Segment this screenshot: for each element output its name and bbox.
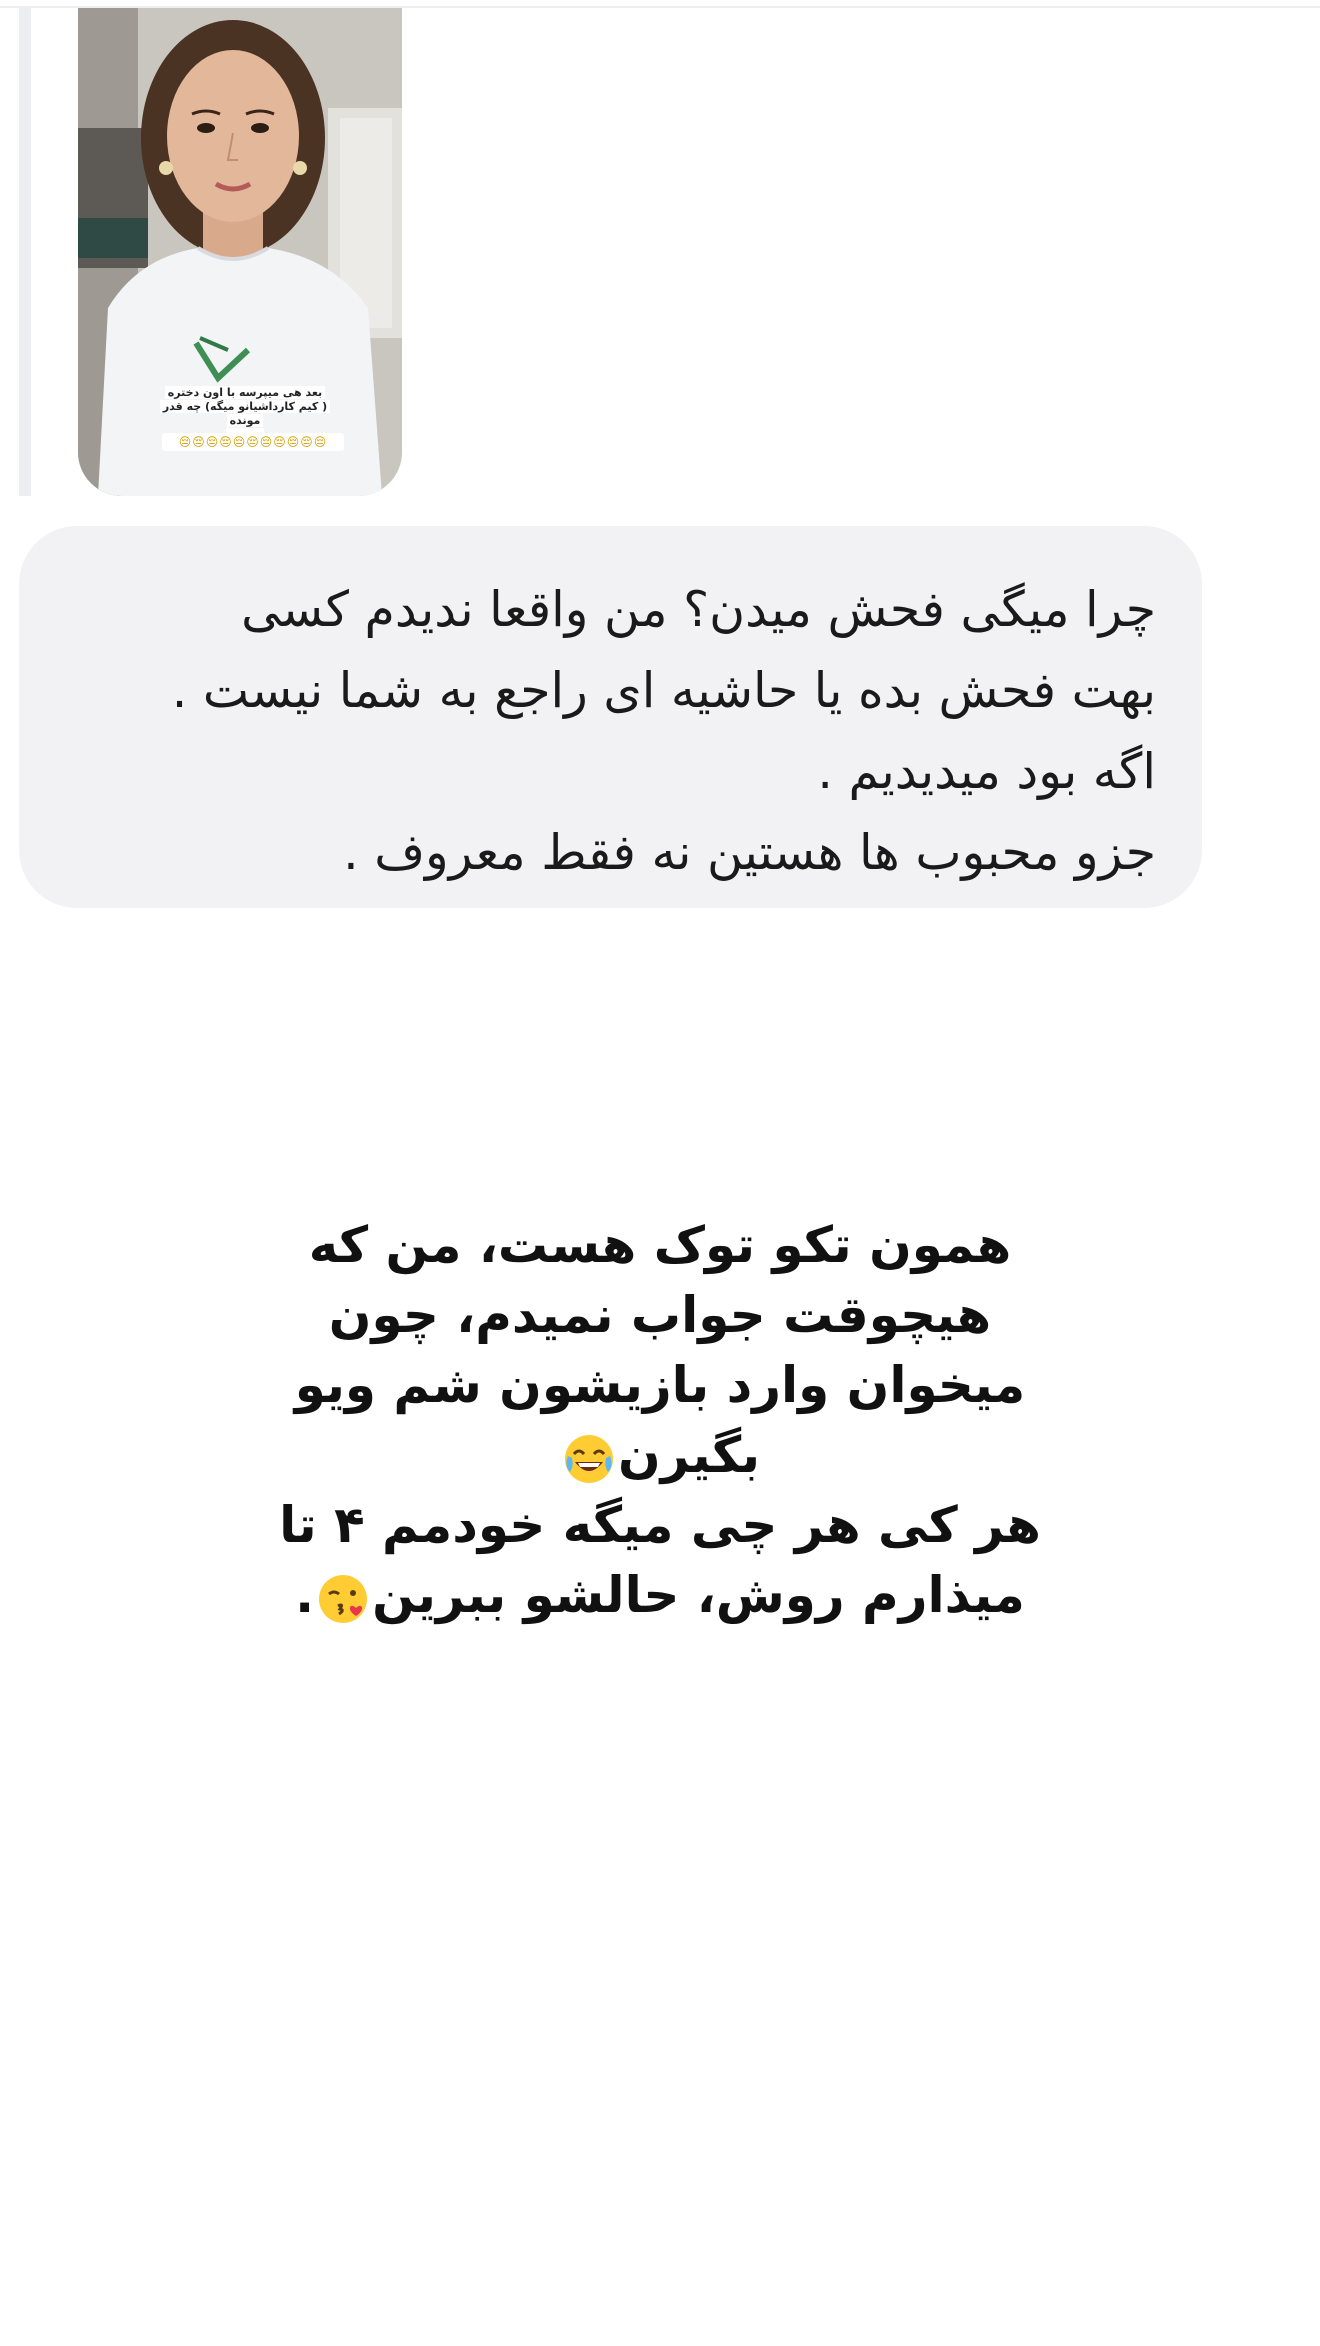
message-line: اگه بود میدیدیم . (817, 743, 1156, 800)
caption-line-text: بگیرن (617, 1426, 761, 1484)
reply-caption: همون تکو توک هست، من که هیچوقت جواب نمید… (240, 1210, 1080, 1630)
caption-line: همون تکو توک هست، من که (308, 1216, 1012, 1274)
replied-story-thumbnail[interactable]: بعد هی میپرسه با اون دختره ( کیم کارداشی… (78, 8, 402, 496)
message-line: چرا میگی فحش میدن؟ من واقعا ندیدم کسی (241, 581, 1156, 638)
message-line: جزو محبوب ها هستین نه فقط معروف . (343, 824, 1156, 881)
caption-line-text: میذارم روش، حالشو ببرین (372, 1566, 1025, 1624)
caption-line: هیچوقت جواب نمیدم، چون (328, 1286, 992, 1344)
caption-period: . (295, 1566, 315, 1624)
caption-line: میخوان وارد بازیشون شم ویو (294, 1356, 1026, 1414)
message-line: بهت فحش بده یا حاشیه ای راجع به شما نیست… (171, 662, 1156, 719)
story-caption-line: ( کیم کارداشیانو میگه) چه قدر مونده (159, 400, 331, 427)
caption-line-with-emoji: میذارم روش، حالشو ببرین . (240, 1560, 1080, 1630)
story-caption-line: بعد هی میپرسه با اون دختره (164, 386, 326, 399)
story-emoji-row: 😔😔😔😔😔😔😔😔😔😔😔 (162, 433, 344, 451)
caption-line-with-emoji: بگیرن (240, 1420, 1080, 1490)
laughing-tears-emoji-icon (564, 1434, 613, 1483)
reply-indicator-bar (19, 8, 31, 496)
kiss-emoji-icon (319, 1574, 368, 1623)
message-bubble[interactable]: چرا میگی فحش میدن؟ من واقعا ندیدم کسی به… (19, 526, 1202, 908)
caption-line: هر کی هر چی میگه خودمم ۴ تا (279, 1496, 1041, 1554)
